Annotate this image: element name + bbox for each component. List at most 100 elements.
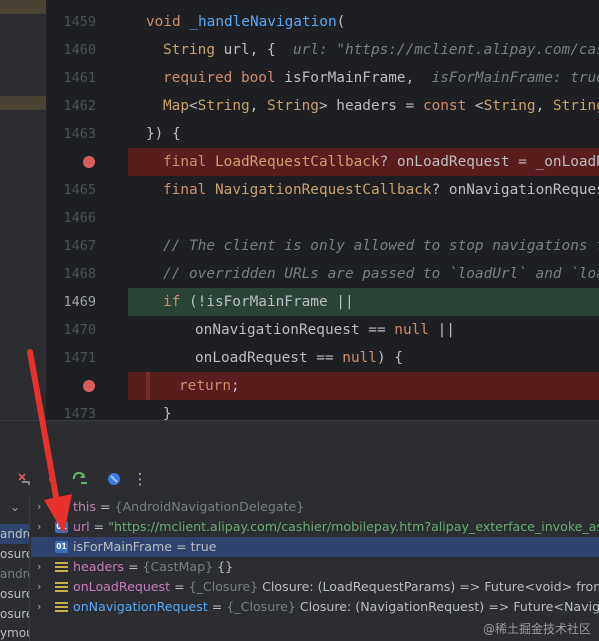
inline-value-hint: url: "https://mclient.alipay.com/cashie bbox=[292, 42, 599, 58]
frame-item[interactable]: ymou bbox=[0, 623, 29, 641]
code-line[interactable]: 1467 // The client is only allowed to st… bbox=[46, 232, 599, 260]
frames-collapse-icon[interactable]: ⌄ bbox=[0, 497, 29, 517]
type-name: NavigationRequestCallback bbox=[215, 182, 432, 198]
expand-chevron-icon[interactable]: › bbox=[37, 497, 47, 517]
code-line[interactable]: 1462 Map<String, String> headers = const… bbox=[46, 92, 599, 120]
variable-text: headers = {CastMap} {} bbox=[73, 557, 233, 577]
primitive-icon: 01 bbox=[55, 521, 68, 533]
inline-value-hint: isForMainFrame: true bbox=[431, 70, 599, 86]
variable-value: {} bbox=[213, 559, 234, 574]
line-number: 1465 bbox=[63, 182, 96, 198]
punctuation: ( bbox=[336, 14, 346, 30]
dart-devtools-icon[interactable] bbox=[102, 467, 126, 491]
debug-panel: ⋮ ⌄ android osure> android. osure> osure… bbox=[0, 420, 599, 641]
comment: // The client is only allowed to stop na… bbox=[163, 238, 599, 254]
type-name: String bbox=[163, 42, 215, 58]
frame-item[interactable]: osure> bbox=[0, 544, 29, 564]
equals-sign: = bbox=[172, 539, 191, 554]
variable-text: url = "https://mclient.alipay.com/cashie… bbox=[73, 517, 599, 537]
project-tree-highlight bbox=[0, 96, 46, 110]
frame-item[interactable]: osure> bbox=[0, 604, 29, 624]
keyword: final bbox=[163, 154, 207, 170]
expand-chevron-icon[interactable]: › bbox=[37, 557, 47, 577]
code-token: || bbox=[428, 322, 455, 338]
equals-sign: = bbox=[207, 599, 227, 614]
project-panel-edge bbox=[0, 0, 46, 420]
variable-row[interactable]: › headers = {CastMap} {} bbox=[31, 557, 599, 577]
code-text: if (!isForMainFrame || bbox=[163, 288, 354, 316]
code-token: onLoadRequest == bbox=[195, 350, 343, 366]
code-text: String url, { url: "https://mclient.alip… bbox=[163, 36, 599, 64]
code-text: return; bbox=[179, 372, 240, 400]
code-line[interactable]: 1470 onNavigationRequest == null || bbox=[46, 316, 599, 344]
code-line[interactable]: 1461 required bool isForMainFrame, isFor… bbox=[46, 64, 599, 92]
more-options-icon[interactable]: ⋮ bbox=[128, 467, 152, 491]
code-line[interactable]: 1459 void _handleNavigation( bbox=[46, 8, 599, 36]
expand-chevron-icon[interactable]: › bbox=[37, 517, 47, 537]
code-line[interactable]: 1473 } bbox=[46, 400, 599, 420]
keyword: required bbox=[163, 70, 233, 86]
watermark: @稀土掘金技术社区 bbox=[482, 622, 591, 636]
code-line[interactable]: 1468 // overridden URLs are passed to `l… bbox=[46, 260, 599, 288]
code-line[interactable]: final LoadRequestCallback? onLoadRequest… bbox=[46, 148, 599, 176]
line-number: 1471 bbox=[63, 350, 96, 366]
close-debug-icon[interactable] bbox=[12, 467, 36, 491]
variable-name: url bbox=[73, 519, 90, 534]
variable-value: true bbox=[190, 539, 217, 554]
line-number: 1473 bbox=[63, 406, 96, 420]
indent-guide bbox=[146, 372, 150, 400]
type-name: LoadRequestCallback bbox=[215, 154, 380, 170]
code-line[interactable]: 1465 final NavigationRequestCallback? on… bbox=[46, 176, 599, 204]
field-icon bbox=[55, 602, 68, 613]
expand-chevron-icon[interactable]: › bbox=[37, 597, 47, 617]
line-number: 1462 bbox=[63, 98, 96, 114]
code-text: void _handleNavigation( bbox=[146, 8, 345, 36]
frames-list[interactable]: ⌄ android osure> android. osure> osure> … bbox=[0, 495, 30, 641]
variable-name: onNavigationRequest bbox=[73, 599, 208, 614]
type-name: String bbox=[197, 98, 250, 114]
primitive-icon: 01 bbox=[55, 541, 68, 553]
equals-sign: = bbox=[95, 499, 115, 514]
keyword: const bbox=[422, 98, 467, 114]
code-line[interactable]: 1463 }) { bbox=[46, 120, 599, 148]
code-line[interactable]: 1460 String url, { url: "https://mclient… bbox=[46, 36, 599, 64]
variable-row[interactable]: › this = {AndroidNavigationDelegate} bbox=[31, 497, 599, 517]
code-line[interactable]: 1471 onLoadRequest == null) { bbox=[46, 344, 599, 372]
type-name: Map bbox=[163, 98, 189, 114]
breakpoint-icon[interactable] bbox=[83, 156, 95, 168]
breakpoint-icon[interactable] bbox=[83, 380, 95, 392]
variable-value: Closure: (LoadRequestParams) => Future<v… bbox=[258, 579, 599, 594]
variable-row[interactable]: › 01 url = "https://mclient.alipay.com/c… bbox=[31, 517, 599, 537]
keyword: null bbox=[342, 350, 377, 366]
frame-item[interactable]: android. bbox=[0, 564, 29, 584]
variable-row[interactable]: › onNavigationRequest = {_Closure} Closu… bbox=[31, 597, 599, 617]
code-token: ; bbox=[230, 378, 240, 394]
equals-sign: = bbox=[170, 579, 189, 594]
type-name: String bbox=[552, 98, 599, 114]
keyword: void bbox=[146, 14, 181, 30]
equals-sign: = bbox=[123, 559, 143, 574]
step-icon[interactable] bbox=[40, 467, 64, 491]
variable-row[interactable]: › onLoadRequest = {_Closure} Closure: (L… bbox=[31, 577, 599, 597]
frame-item[interactable]: osure> bbox=[0, 584, 29, 604]
code-text: onNavigationRequest == null || bbox=[195, 316, 455, 344]
keyword: null bbox=[394, 322, 429, 338]
frame-item[interactable]: android bbox=[0, 524, 29, 544]
line-number: 1461 bbox=[63, 70, 96, 86]
variable-name: headers bbox=[73, 559, 124, 574]
variable-text: this = {AndroidNavigationDelegate} bbox=[73, 497, 304, 517]
variable-text: onLoadRequest = {_Closure} Closure: (Loa… bbox=[73, 577, 599, 597]
code-line[interactable]: 1466 bbox=[46, 204, 599, 232]
code-token: url, { bbox=[214, 42, 276, 58]
code-token: , bbox=[535, 98, 553, 114]
code-token: isForMainFrame, bbox=[275, 70, 415, 86]
refresh-icon[interactable] bbox=[68, 467, 92, 491]
code-editor[interactable]: 1459 void _handleNavigation( 1460 String… bbox=[0, 0, 599, 420]
code-line[interactable]: return; bbox=[46, 372, 599, 400]
variable-type: {_Closure} bbox=[226, 599, 296, 614]
variable-name: this bbox=[73, 499, 96, 514]
code-line-execution[interactable]: 1469 if (!isForMainFrame || bbox=[46, 288, 599, 316]
keyword: bool bbox=[240, 70, 276, 86]
variable-row-selected[interactable]: 01 isForMainFrame = true bbox=[31, 537, 599, 557]
expand-chevron-icon[interactable]: › bbox=[37, 577, 47, 597]
